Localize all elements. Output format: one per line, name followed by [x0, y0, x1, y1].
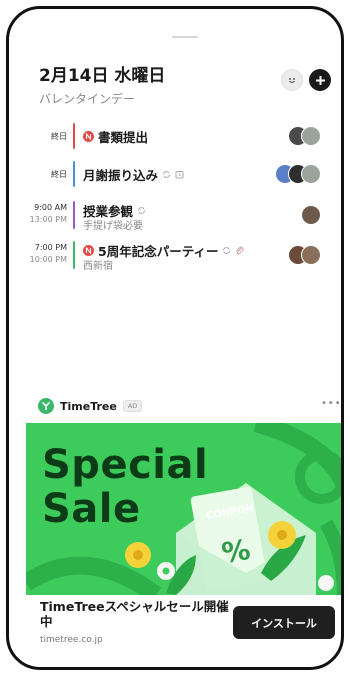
plus-icon — [315, 75, 325, 85]
new-badge-icon — [83, 245, 94, 256]
event-time-start: 終日 — [51, 170, 67, 179]
install-button[interactable]: インストール — [233, 606, 335, 639]
coupon-percent-symbol: % — [219, 532, 253, 571]
ad-more-options-icon[interactable]: ••• — [321, 398, 341, 409]
event-time-end: 13:00 PM — [29, 215, 67, 224]
event-time-start: 9:00 AM — [34, 203, 67, 212]
ad-header: TimeTree AD — [38, 398, 143, 414]
attendee-avatars[interactable] — [301, 205, 321, 225]
event-row[interactable]: 7:00 PM 10:00 PM 5周年記念パーティー 西新宿 — [9, 239, 341, 272]
date-title: 2月14日 水曜日 — [39, 66, 166, 86]
event-row[interactable]: 終日 月謝振り込み — [9, 159, 341, 189]
smiley-icon — [289, 78, 295, 83]
event-time-start: 終日 — [51, 132, 67, 141]
event-subtitle: 西新宿 — [83, 261, 113, 272]
event-title: 月謝振り込み — [83, 168, 159, 183]
add-event-button[interactable] — [309, 69, 331, 91]
event-title: 書類提出 — [98, 130, 149, 145]
new-badge-icon — [83, 131, 94, 142]
event-row[interactable]: 9:00 AM 13:00 PM 授業参観 手提げ袋必要 — [9, 199, 341, 232]
attendee-avatars[interactable] — [288, 126, 321, 146]
ad-url: timetree.co.jp — [40, 635, 103, 645]
banner-headline-line1: Special — [42, 442, 209, 488]
event-color-bar — [73, 161, 75, 187]
phone-frame: 2月14日 水曜日 バレンタインデー 終日 書類提出 終日 月謝振り込み 9:0… — [6, 6, 344, 670]
repeat-icon — [138, 207, 146, 214]
ad-brand-name: TimeTree — [60, 399, 117, 413]
ad-title: TimeTreeスペシャルセール開催中 — [40, 599, 229, 629]
event-time-start: 7:00 PM — [34, 243, 67, 252]
event-title-row: 書類提出 — [83, 127, 148, 146]
attendee-avatars[interactable] — [275, 164, 321, 184]
ad-banner-image[interactable]: Special Sale COUPON % — [26, 423, 341, 595]
avatar — [301, 126, 321, 146]
event-color-bar — [73, 123, 75, 149]
event-time: 7:00 PM 10:00 PM — [30, 243, 67, 264]
attendee-avatars[interactable] — [288, 245, 321, 265]
reaction-button[interactable] — [281, 69, 303, 91]
sheet-grabber[interactable] — [172, 36, 198, 38]
avatar — [301, 245, 321, 265]
event-time-end: 10:00 PM — [29, 255, 67, 264]
event-time: 9:00 AM 13:00 PM — [30, 203, 67, 224]
repeat-icon — [223, 247, 231, 254]
timetree-logo-icon — [38, 398, 54, 414]
attachment-icon — [236, 246, 244, 255]
avatar — [301, 205, 321, 225]
event-title-row: 月謝振り込み — [83, 165, 184, 184]
event-subtitle: 手提げ袋必要 — [83, 221, 143, 232]
event-row[interactable]: 終日 書類提出 — [9, 121, 341, 151]
repeat-icon — [163, 171, 171, 178]
event-color-bar — [73, 241, 75, 269]
holiday-label: バレンタインデー — [39, 92, 136, 106]
event-color-bar — [73, 201, 75, 229]
avatar — [301, 164, 321, 184]
event-title: 5周年記念パーティー — [98, 244, 219, 259]
reminder-icon — [175, 171, 184, 179]
ad-label-badge: AD — [122, 400, 143, 412]
banner-headline-line2: Sale — [42, 486, 141, 532]
